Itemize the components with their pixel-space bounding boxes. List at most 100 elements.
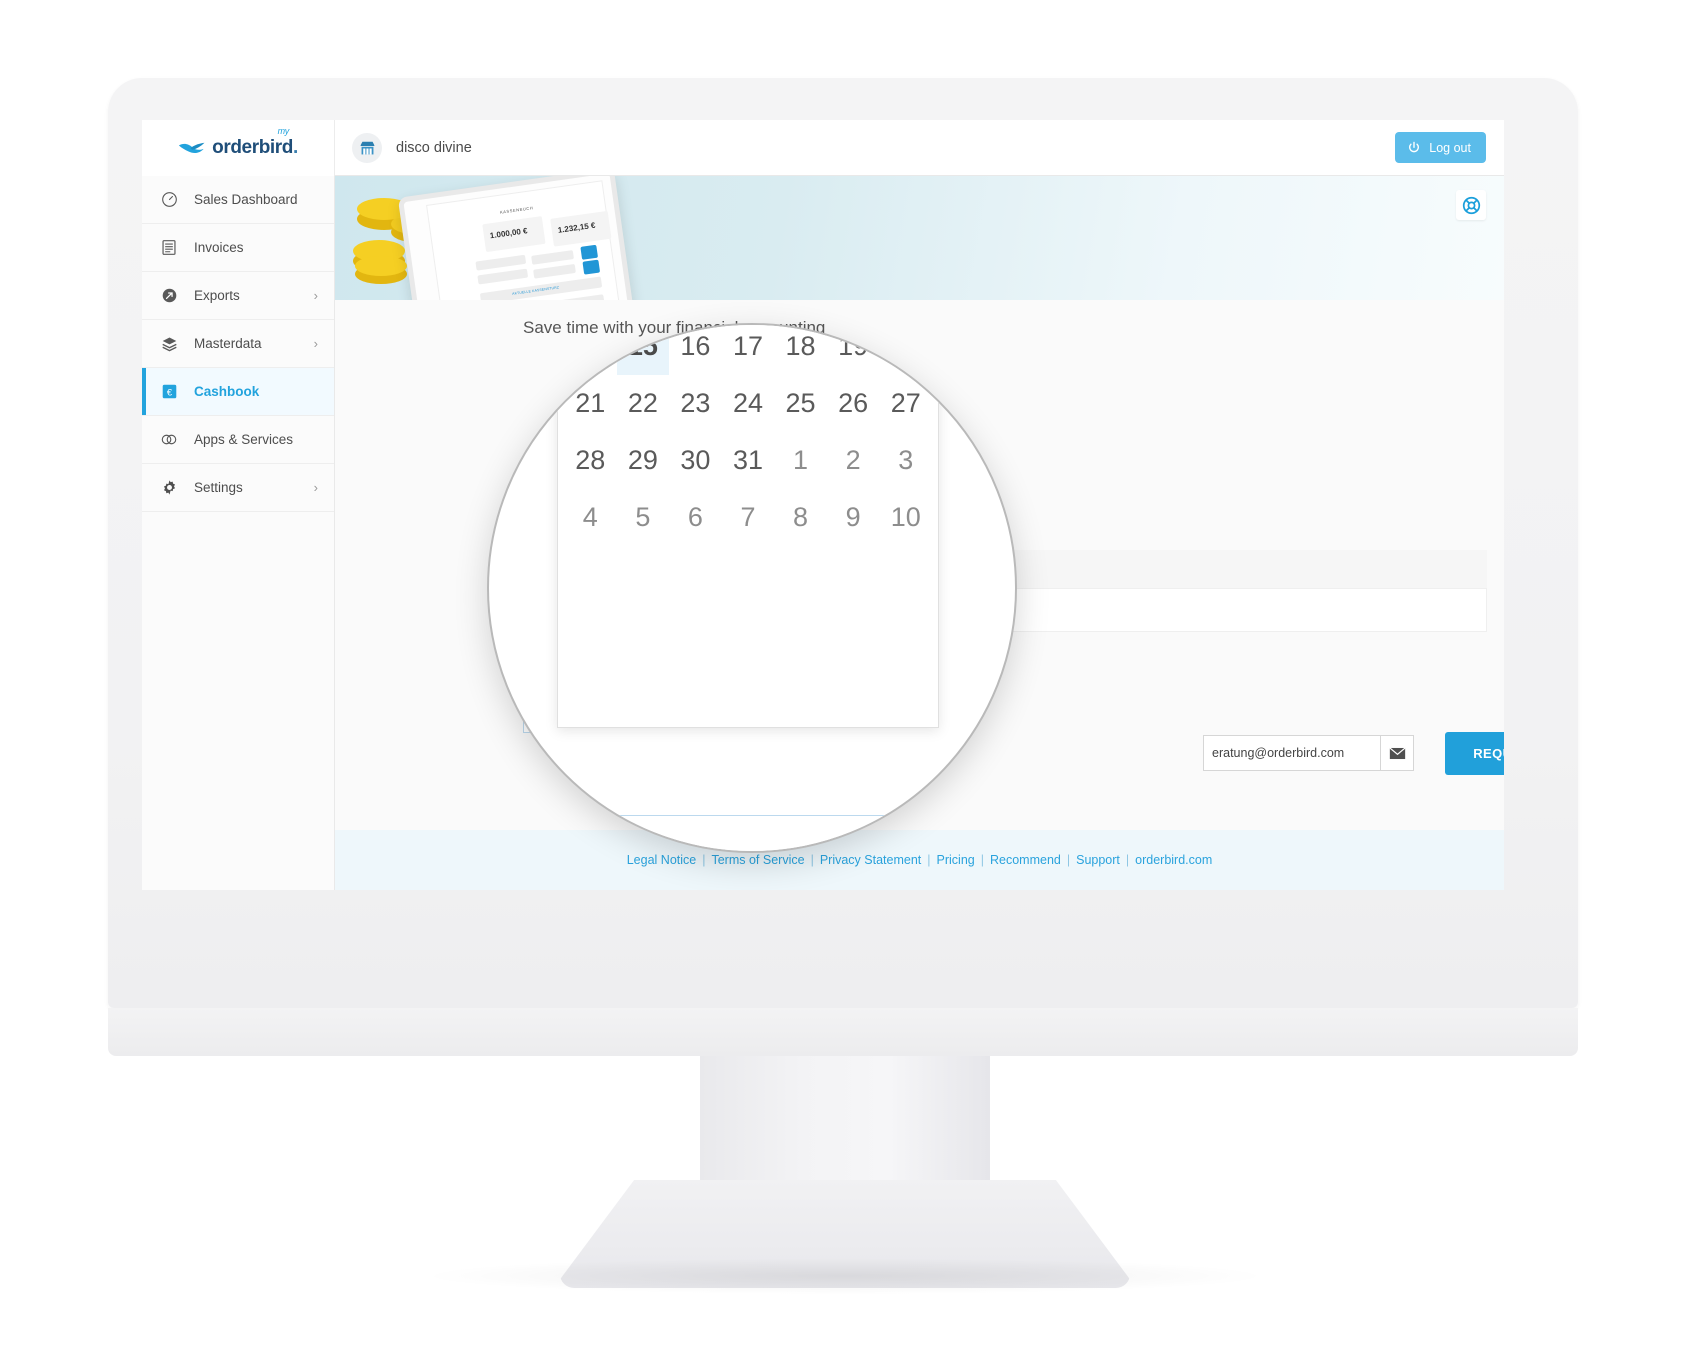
footer-link-legal-notice[interactable]: Legal Notice [627,853,697,867]
magnified-date-cell[interactable]: 24 [722,375,775,432]
bird-logo-icon [179,142,205,154]
magnified-date-cell[interactable]: 17 [722,325,775,375]
footer-separator: | [927,853,931,867]
power-icon [1409,141,1420,152]
magnified-date-cell[interactable]: 8 [774,489,827,546]
footer-link-pricing[interactable]: Pricing [937,853,975,867]
tablet-illustration: KASSENBUCH 1.000,00 € 1.232,15 € AKTUELL… [397,176,635,300]
magnified-date-cell[interactable]: 16 [669,325,722,375]
magnified-date-cell[interactable]: 27 [879,375,932,432]
magnified-date-cell[interactable]: 22 [617,375,670,432]
footer-separator: | [702,853,706,867]
help-button[interactable] [1456,190,1486,220]
tablet-app-title: KASSENBUCH [499,205,534,215]
brand-superscript: my [277,126,290,136]
promo-banner: KASSENBUCH 1.000,00 € 1.232,15 € AKTUELL… [335,176,1504,300]
cashbook-icon: € [160,383,178,401]
sidebar: Sales Dashboard Invoices Exports › Maste… [142,176,335,890]
magnified-date-cell[interactable]: 9 [827,489,880,546]
sidebar-item-cashbook[interactable]: € Cashbook [142,368,334,416]
request-export-button[interactable]: REQUEST EXPORT [1445,732,1504,775]
magnifier-lens: 7891011121314151617181920212223242526272… [487,323,1017,853]
magnified-date-cell[interactable]: 19 [827,325,880,375]
sidebar-item-label: Invoices [194,240,244,255]
magnified-date-cell[interactable]: 10 [879,489,932,546]
sidebar-item-label: Settings [194,480,243,495]
footer-link-terms-of-service[interactable]: Terms of Service [711,853,804,867]
top-bar: my orderbird. disco divine Log out [142,120,1504,176]
magnified-placeholder: Start date [578,840,695,852]
sidebar-item-masterdata[interactable]: Masterdata › [142,320,334,368]
speedometer-icon [160,191,178,209]
magnified-date-cell[interactable]: 23 [669,375,722,432]
app-screen: my orderbird. disco divine Log out Sales… [142,120,1504,890]
monitor-scene: my orderbird. disco divine Log out Sales… [0,0,1686,1368]
logout-label: Log out [1429,140,1471,155]
sidebar-item-label: Exports [194,288,240,303]
footer-link-support[interactable]: Support [1076,853,1120,867]
monitor-stand-neck [700,1056,990,1186]
sidebar-item-exports[interactable]: Exports › [142,272,334,320]
footer-link-recommend[interactable]: Recommend [990,853,1061,867]
monitor-shadow [430,1258,1260,1294]
envelope-icon [1388,747,1406,759]
sidebar-item-label: Cashbook [194,384,260,399]
magnified-date-cell[interactable]: 1 [774,432,827,489]
magnified-date-cell[interactable]: 14 [564,325,617,375]
chevron-right-icon: › [313,336,318,351]
magnified-date-cell[interactable]: 20 [879,325,932,375]
sidebar-item-label: Masterdata [194,336,262,351]
brand-wordmark: my orderbird. [212,126,298,158]
footer-separator: | [810,853,814,867]
layers-icon [160,335,178,353]
magnified-date-cell[interactable]: 26 [827,375,880,432]
magnified-date-cell[interactable]: 6 [669,489,722,546]
lifebuoy-icon [1462,196,1480,214]
email-field[interactable]: eratung@orderbird.com [1203,735,1381,771]
sidebar-item-label: Sales Dashboard [194,192,298,207]
store-selector[interactable]: disco divine [352,120,472,176]
magnified-date-cell[interactable]: 15 [616,325,670,375]
magnified-date-cell[interactable]: 25 [774,375,827,432]
export-arrow-icon [160,287,178,305]
gear-icon [160,479,178,497]
footer-separator: | [980,853,984,867]
coin [355,256,407,276]
footer-separator: | [1066,853,1071,867]
rings-icon [160,431,178,449]
chevron-right-icon: › [313,288,318,303]
store-icon [352,133,382,163]
footer-link-privacy-statement[interactable]: Privacy Statement [820,853,921,867]
popover-arrow [545,802,571,816]
monitor-chin [108,1008,1578,1056]
logout-button[interactable]: Log out [1395,132,1486,163]
magnified-date-cell[interactable]: 31 [722,432,775,489]
invoice-icon [160,239,178,257]
magnified-date-cell[interactable]: 3 [879,432,932,489]
footer-link-orderbird-com[interactable]: orderbird.com [1135,853,1212,867]
magnified-date-cell[interactable]: 4 [564,489,617,546]
sidebar-item-settings[interactable]: Settings › [142,464,334,512]
magnified-date-cell[interactable]: 29 [617,432,670,489]
magnified-date-cell[interactable]: 30 [669,432,722,489]
sidebar-item-sales-dashboard[interactable]: Sales Dashboard [142,176,334,224]
store-name: disco divine [396,140,472,156]
magnified-date-cell[interactable]: 2 [827,432,880,489]
magnified-date-cell[interactable]: 7 [722,489,775,546]
magnified-start-date-input[interactable]: Start date [557,815,1015,852]
sidebar-item-label: Apps & Services [194,432,294,447]
magnified-date-cell[interactable]: 5 [617,489,670,546]
brand-logo[interactable]: my orderbird. [142,120,335,176]
magnified-date-cell[interactable]: 18 [774,325,827,375]
text-cursor [572,838,574,851]
svg-text:€: € [166,387,172,397]
magnified-date-cell[interactable]: 28 [564,432,617,489]
brand-word: orderbird [212,137,293,158]
email-icon-button[interactable] [1381,735,1414,771]
footer-separator: | [1125,853,1130,867]
sidebar-item-apps-services[interactable]: Apps & Services [142,416,334,464]
magnified-date-picker: 7891011121314151617181920212223242526272… [557,325,939,728]
magnified-date-cell[interactable]: 21 [564,375,617,432]
chevron-right-icon: › [313,480,318,495]
sidebar-item-invoices[interactable]: Invoices [142,224,334,272]
